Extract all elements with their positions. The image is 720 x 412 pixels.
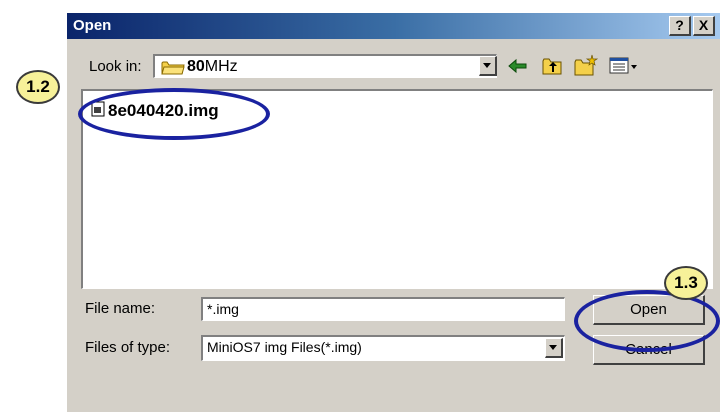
filename-label: File name: xyxy=(85,300,156,317)
help-button[interactable]: ? xyxy=(669,16,691,36)
filetype-value: MiniOS7 img Files(*.img) xyxy=(207,339,362,355)
title-bar[interactable]: Open ? X xyxy=(67,13,720,39)
new-folder-icon[interactable] xyxy=(573,53,599,82)
back-arrow-icon[interactable] xyxy=(507,57,529,80)
lookin-folder-bold: 80 xyxy=(187,58,205,75)
open-dialog: Open ? X Look in: 80MHz 8e040420.img Fil… xyxy=(66,12,720,412)
lookin-value: 80MHz xyxy=(187,58,238,76)
dropdown-arrow-icon xyxy=(549,345,557,350)
lookin-dropdown-button[interactable] xyxy=(479,56,497,76)
highlight-ellipse-file xyxy=(78,88,270,140)
filetype-select[interactable]: MiniOS7 img Files(*.img) xyxy=(201,335,565,361)
callout-step-1-3: 1.3 xyxy=(664,266,708,300)
filetype-label: Files of type: xyxy=(85,339,171,356)
filetype-dropdown-button[interactable] xyxy=(545,338,563,358)
lookin-select[interactable]: 80MHz xyxy=(153,54,497,78)
filename-input[interactable]: *.img xyxy=(201,297,565,321)
dropdown-arrow-icon xyxy=(483,63,491,68)
dialog-title: Open xyxy=(73,17,112,34)
callout-step-1-2: 1.2 xyxy=(16,70,60,104)
up-folder-icon[interactable] xyxy=(541,56,565,81)
lookin-folder-rest: MHz xyxy=(204,58,238,75)
folder-icon xyxy=(161,59,185,80)
close-button[interactable]: X xyxy=(693,16,715,36)
highlight-ellipse-open xyxy=(574,290,720,352)
lookin-label: Look in: xyxy=(89,58,142,75)
view-menu-icon[interactable] xyxy=(609,56,639,81)
